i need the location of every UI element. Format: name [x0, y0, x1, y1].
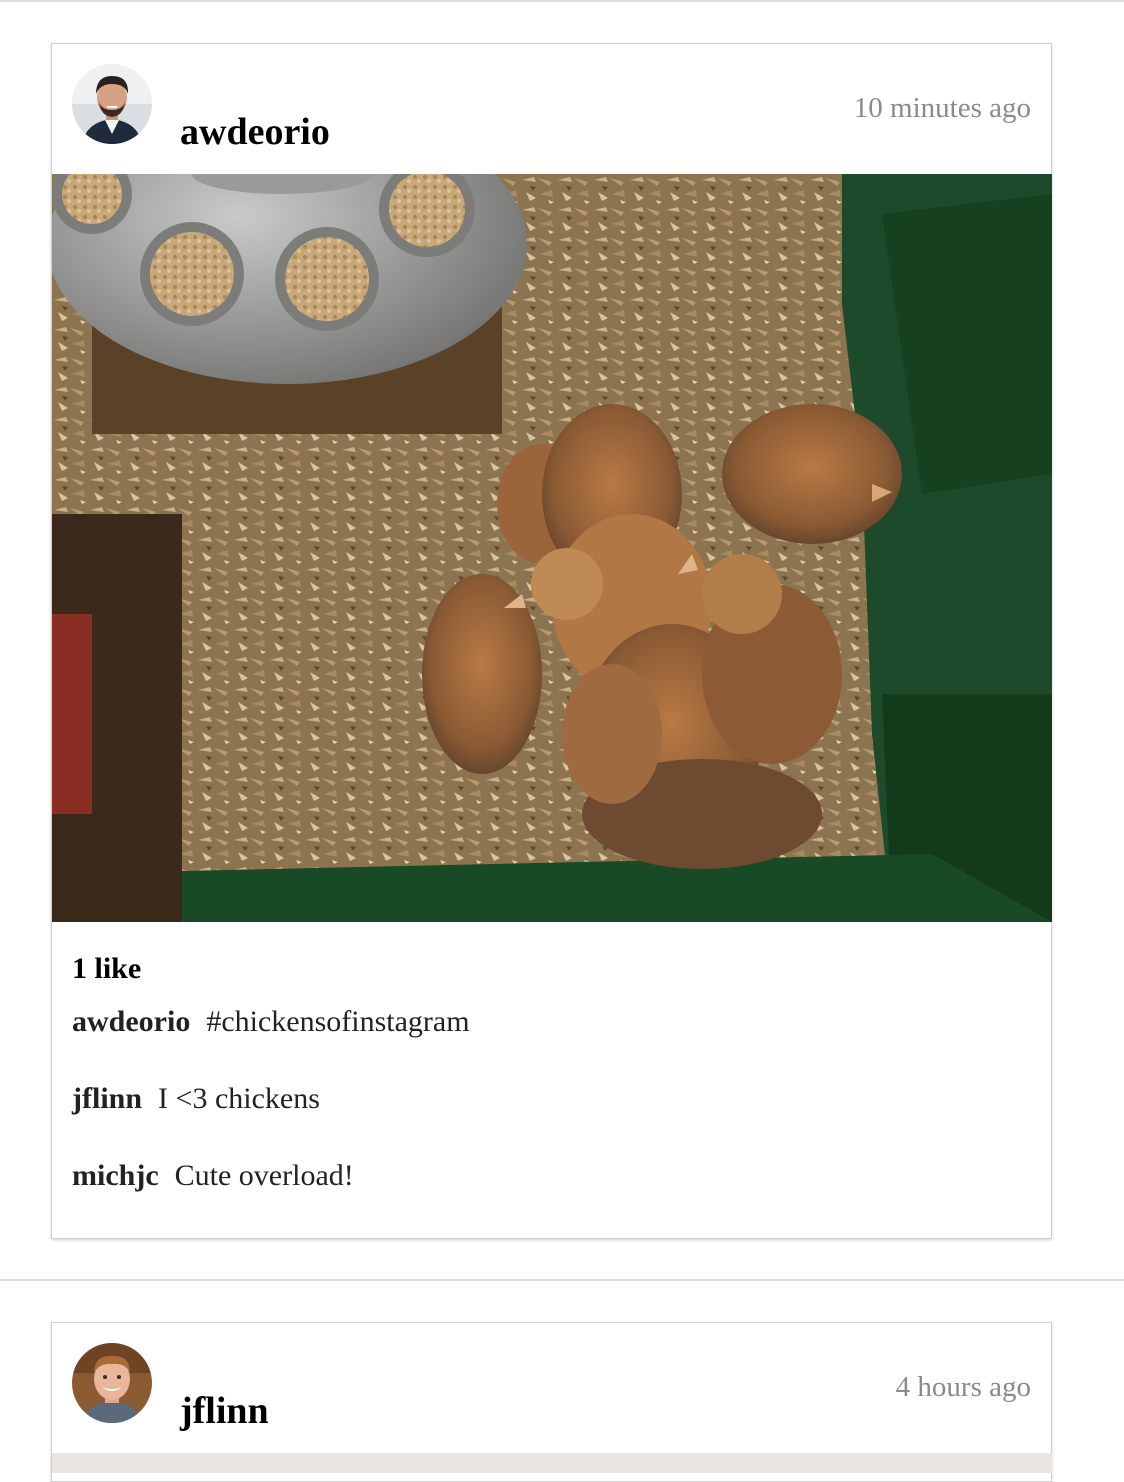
user-avatar[interactable] [72, 64, 152, 144]
post-image[interactable] [52, 174, 1052, 922]
post-footer: 1 like awdeorio #chickensofinstagram jfli… [52, 922, 1051, 1230]
likes-count: 1 like [72, 952, 142, 985]
post-owner-link[interactable]: awdeorio [180, 110, 330, 154]
post-timestamp-link[interactable]: 10 minutes ago [854, 92, 1031, 125]
comment-item: awdeorio #chickensofinstagram [72, 1004, 1031, 1040]
post-card: jflinn 4 hours ago [51, 1322, 1052, 1482]
comment-item: michjc Cute overload! [72, 1158, 1031, 1194]
comment-owner-link[interactable]: michjc [72, 1159, 159, 1192]
comment-item: jflinn I <3 chickens [72, 1081, 1031, 1117]
post-divider [0, 1279, 1124, 1281]
top-divider [0, 0, 1124, 2]
comment-text: #chickensofinstagram [206, 1005, 470, 1038]
comment-owner-link[interactable]: jflinn [72, 1082, 142, 1115]
post-header: awdeorio 10 minutes ago [52, 44, 1051, 174]
chicks-photo-icon [52, 174, 1052, 922]
post-card: awdeorio 10 minutes ago 1 like awdeorio … [51, 43, 1052, 1239]
comment-text: Cute overload! [174, 1159, 354, 1192]
post-image[interactable] [52, 1453, 1052, 1473]
comment-text: I <3 chickens [158, 1082, 320, 1115]
avatar-photo-icon [72, 1343, 152, 1423]
post-header: jflinn 4 hours ago [52, 1323, 1051, 1453]
post-timestamp-link[interactable]: 4 hours ago [896, 1371, 1031, 1404]
user-avatar[interactable] [72, 1343, 152, 1423]
avatar-photo-icon [72, 64, 152, 144]
comment-owner-link[interactable]: awdeorio [72, 1005, 190, 1038]
post-owner-link[interactable]: jflinn [180, 1389, 269, 1433]
